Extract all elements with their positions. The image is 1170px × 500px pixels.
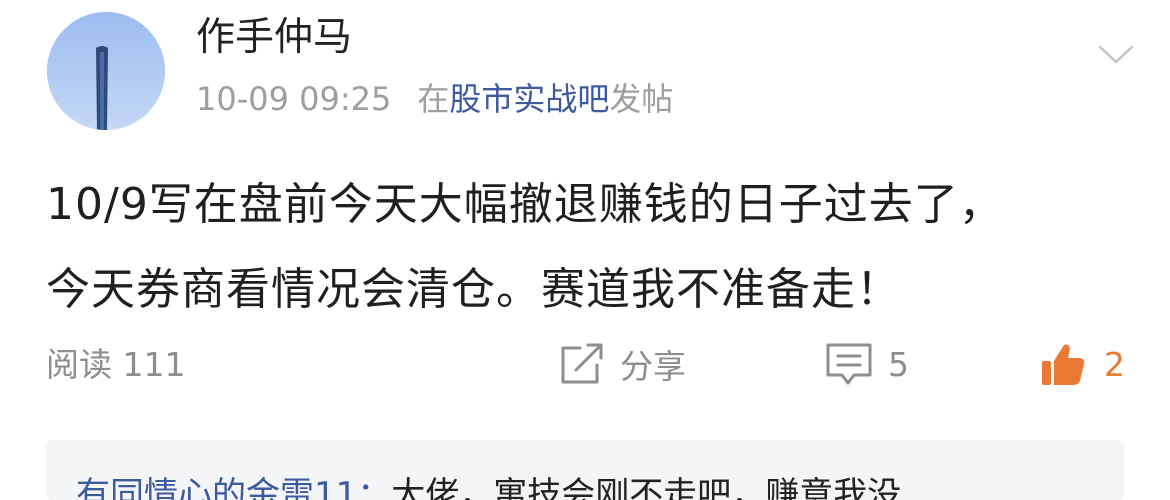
comment-count: 5 [888, 344, 909, 384]
post-time: 10-09 09:25 [196, 80, 392, 118]
content-line: 今天券商看情况会清仓。赛道我不准备走！ [46, 264, 901, 315]
reply-preview[interactable]: 有同情心的金雷11：大佬，寓技会刚不走吧，赚意我没 [46, 440, 1124, 500]
avatar-image [47, 12, 165, 130]
forum-link[interactable]: 股市实战吧 [449, 80, 609, 118]
reply-user[interactable]: 有同情心的金雷11： [76, 475, 391, 500]
chevron-down-icon[interactable] [1098, 44, 1134, 66]
read-count: 阅读 111 [46, 345, 186, 384]
forum-suffix: 发帖 [609, 80, 674, 118]
comment-icon [826, 343, 872, 385]
comment-button[interactable]: 5 [824, 340, 909, 388]
post-card: 作手仲马 10-09 09:25 在股市实战吧发帖 10/9写在盘前今天大幅撤退赚… [0, 0, 1170, 500]
reply-text: 有同情心的金雷11：大佬，寓技会刚不走吧，赚意我没 [76, 474, 901, 500]
reply-content: 大佬，寓技会刚不走吧，赚意我没 [391, 475, 902, 500]
forum-prefix: 在 [417, 80, 450, 118]
like-count: 2 [1104, 344, 1125, 384]
avatar[interactable] [47, 12, 165, 130]
author-name[interactable]: 作手仲马 [196, 14, 352, 62]
action-bar: 阅读 111 分享 5 2 [0, 334, 1170, 394]
content-line: 10/9写在盘前今天大幅撤退赚钱的日子过去了， [46, 179, 1004, 230]
thumbs-up-icon [1042, 344, 1085, 385]
like-button[interactable]: 2 [1040, 340, 1125, 388]
share-button[interactable]: 分享 [558, 340, 686, 388]
post-meta: 10-09 09:25 在股市实战吧发帖 [196, 78, 673, 120]
share-icon [561, 343, 603, 384]
post-content: 10/9写在盘前今天大幅撤退赚钱的日子过去了， 今天券商看情况会清仓。赛道我不准… [46, 162, 1136, 332]
share-label: 分享 [620, 347, 686, 386]
